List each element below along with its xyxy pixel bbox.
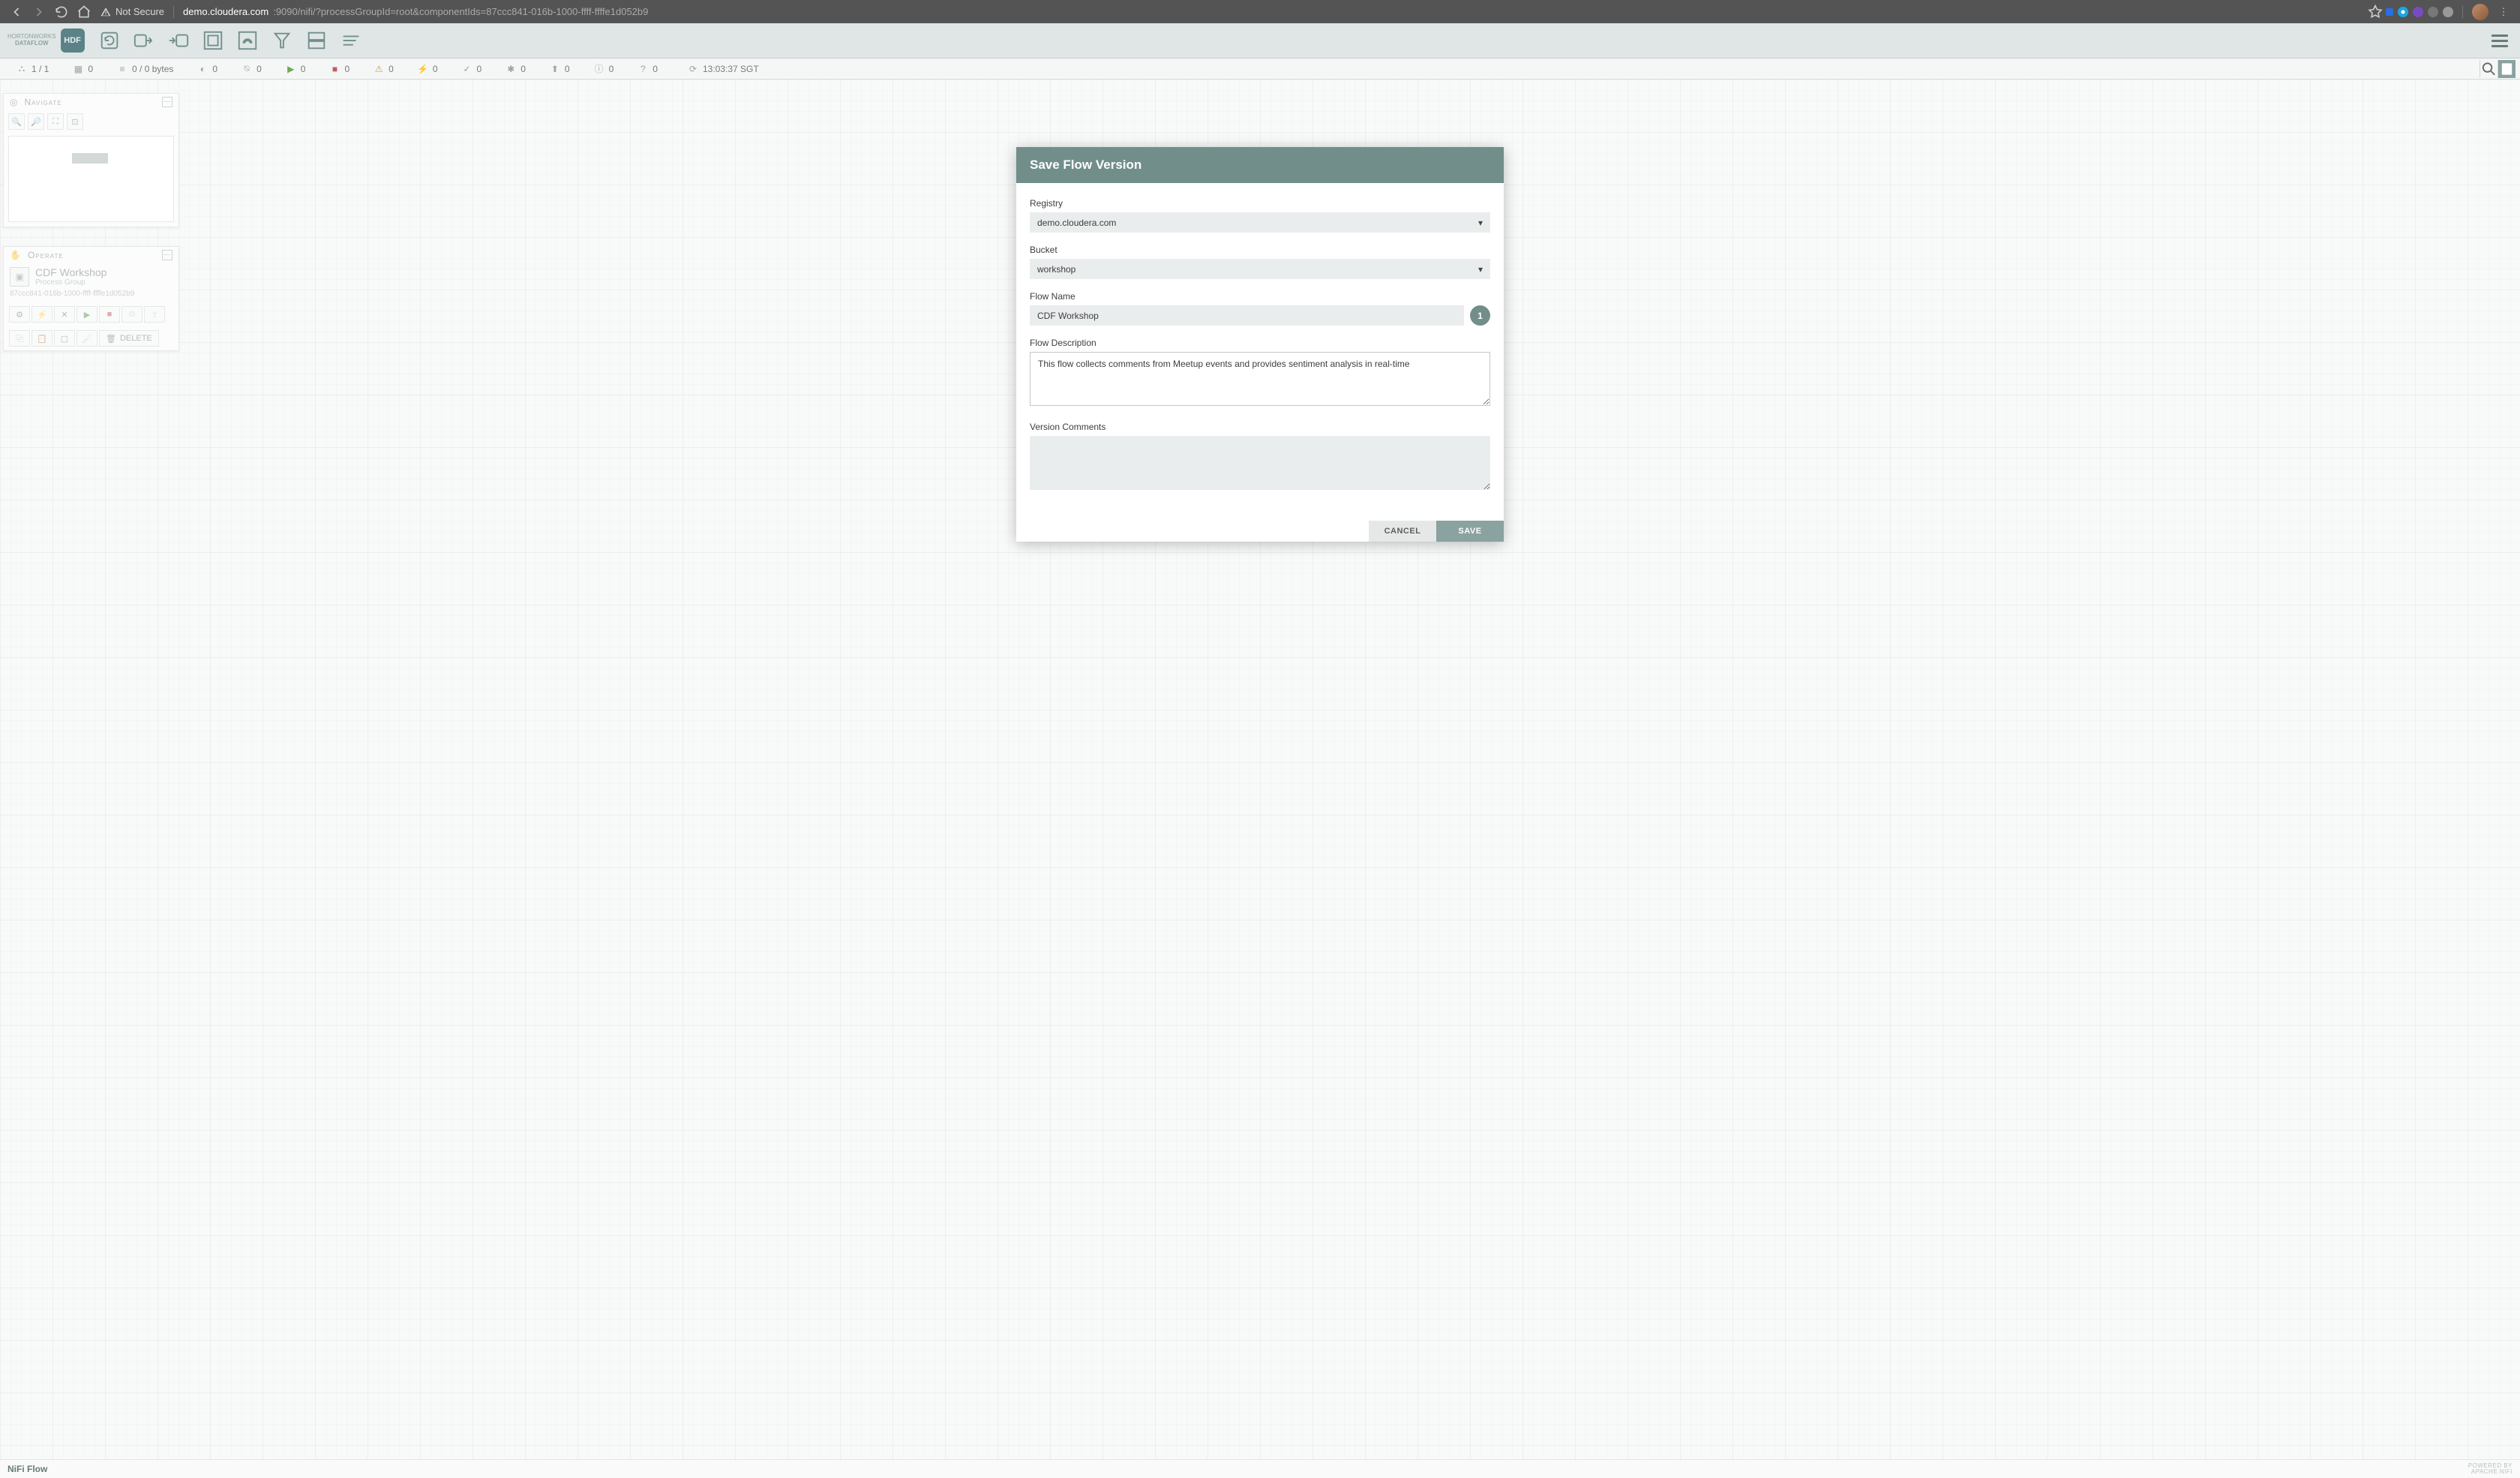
logo-product: DATAFLOW: [8, 41, 56, 47]
url-host: demo.cloudera.com: [183, 6, 268, 17]
locally-modified-icon: ✱: [506, 64, 516, 74]
version-comments-input[interactable]: [1030, 436, 1490, 490]
modal-overlay: Save Flow Version Registry demo.cloudera…: [0, 80, 2520, 1459]
unknown-count: 0: [652, 64, 658, 74]
disabled-icon: ⚡: [418, 64, 428, 74]
url-path: :9090/nifi/?processGroupId=root&componen…: [273, 6, 648, 17]
extension-icon[interactable]: [2386, 8, 2393, 16]
chevron-down-icon: ▾: [1478, 218, 1483, 228]
running-count: 0: [301, 64, 306, 74]
nav-forward-icon[interactable]: [32, 5, 46, 20]
nav-home-icon[interactable]: [76, 5, 92, 20]
transmitting-icon: ◐: [197, 64, 208, 74]
nav-back-icon[interactable]: [9, 5, 24, 20]
threads-count: 0: [88, 64, 93, 74]
flow-description-label: Flow Description: [1030, 338, 1490, 348]
invalid-icon: ⚠: [374, 64, 384, 74]
locally-modified-count: 0: [520, 64, 526, 74]
dialog-title: Save Flow Version: [1016, 147, 1504, 183]
stopped-icon: ■: [329, 64, 340, 74]
queued-icon: ≡: [117, 64, 128, 74]
powered-by: POWERED BY APACHE NIFI: [2468, 1463, 2512, 1475]
bucket-value: workshop: [1037, 264, 1076, 275]
extension-icon[interactable]: [2398, 7, 2408, 17]
unknown-icon: ?: [638, 64, 648, 74]
funnel-tool-icon[interactable]: [271, 29, 293, 52]
global-menu-icon[interactable]: [2487, 35, 2512, 47]
save-button[interactable]: SAVE: [1436, 521, 1504, 542]
threads-icon: ▦: [73, 64, 83, 74]
warning-icon: [100, 7, 111, 17]
registry-value: demo.cloudera.com: [1037, 218, 1116, 228]
cluster-icon: ⛬: [16, 64, 27, 74]
flow-name-input[interactable]: [1030, 305, 1464, 326]
browser-toolbar: Not Secure demo.cloudera.com :9090/nifi/?…: [0, 0, 2520, 23]
bucket-select[interactable]: workshop ▾: [1030, 259, 1490, 279]
stale-icon: ⬆: [550, 64, 560, 74]
label-tool-icon[interactable]: [340, 29, 362, 52]
breadcrumb-bar: NiFi Flow POWERED BY APACHE NIFI: [0, 1459, 2520, 1478]
extension-icon[interactable]: [2443, 7, 2453, 17]
bucket-label: Bucket: [1030, 245, 1490, 255]
stopped-count: 0: [344, 64, 350, 74]
logo: HORTONWORKS DATAFLOW HDF: [8, 29, 92, 53]
processor-tool-icon[interactable]: [98, 29, 121, 52]
flow-canvas[interactable]: ◎ Navigate — 🔍 🔎 ⛶ ⊡ ✋ Operate — ▣ CDF W…: [0, 80, 2520, 1459]
sync-failure-icon: ⓘ: [594, 64, 604, 74]
cluster-nodes: 1 / 1: [32, 64, 49, 74]
extension-icon[interactable]: [2428, 7, 2438, 17]
running-icon: ▶: [286, 64, 296, 74]
process-group-tool-icon[interactable]: [202, 29, 224, 52]
stale-count: 0: [565, 64, 570, 74]
registry-label: Registry: [1030, 198, 1490, 209]
bulletin-icon[interactable]: [2498, 60, 2516, 78]
sync-failure-count: 0: [609, 64, 614, 74]
cancel-button[interactable]: CANCEL: [1369, 521, 1436, 542]
up-to-date-icon: ✓: [462, 64, 472, 74]
invalid-count: 0: [388, 64, 394, 74]
input-port-tool-icon[interactable]: [133, 29, 155, 52]
status-bar: ⛬ 1 / 1 ▦ 0 ≡ 0 / 0 bytes ◐ 0 ⍉ 0 ▶ 0 ■ 0 ⚠ 0 ⚡ 0…: [0, 59, 2520, 80]
browser-menu-icon[interactable]: ⋮: [2496, 5, 2511, 20]
search-icon[interactable]: [2480, 60, 2498, 78]
refresh-icon[interactable]: ⟳: [688, 64, 698, 74]
star-icon[interactable]: [2368, 5, 2383, 20]
address-bar[interactable]: Not Secure demo.cloudera.com :9090/nifi/?…: [94, 6, 2365, 18]
not-transmitting-icon: ⍉: [242, 64, 252, 74]
version-badge: 1: [1470, 305, 1490, 326]
version-comments-label: Version Comments: [1030, 422, 1490, 432]
flow-description-input[interactable]: [1030, 352, 1490, 406]
breadcrumb-root[interactable]: NiFi Flow: [8, 1464, 47, 1474]
registry-select[interactable]: demo.cloudera.com ▾: [1030, 212, 1490, 233]
nav-reload-icon[interactable]: [54, 5, 69, 20]
not-transmitting-count: 0: [256, 64, 262, 74]
extension-icon[interactable]: [2413, 7, 2423, 17]
nifi-toolbar: HORTONWORKS DATAFLOW HDF: [0, 23, 2520, 59]
up-to-date-count: 0: [477, 64, 482, 74]
flow-name-label: Flow Name: [1030, 291, 1490, 302]
transmitting-count: 0: [212, 64, 218, 74]
disabled-count: 0: [433, 64, 438, 74]
logo-badge: HDF: [61, 29, 85, 53]
remote-group-tool-icon[interactable]: [236, 29, 259, 52]
profile-avatar[interactable]: [2472, 4, 2488, 20]
not-secure-label: Not Secure: [116, 6, 164, 17]
save-flow-version-dialog: Save Flow Version Registry demo.cloudera…: [1016, 147, 1504, 542]
template-tool-icon[interactable]: [305, 29, 328, 52]
chevron-down-icon: ▾: [1478, 264, 1483, 275]
queued-count: 0 / 0 bytes: [132, 64, 173, 74]
refresh-time: 13:03:37 SGT: [703, 64, 759, 74]
output-port-tool-icon[interactable]: [167, 29, 190, 52]
